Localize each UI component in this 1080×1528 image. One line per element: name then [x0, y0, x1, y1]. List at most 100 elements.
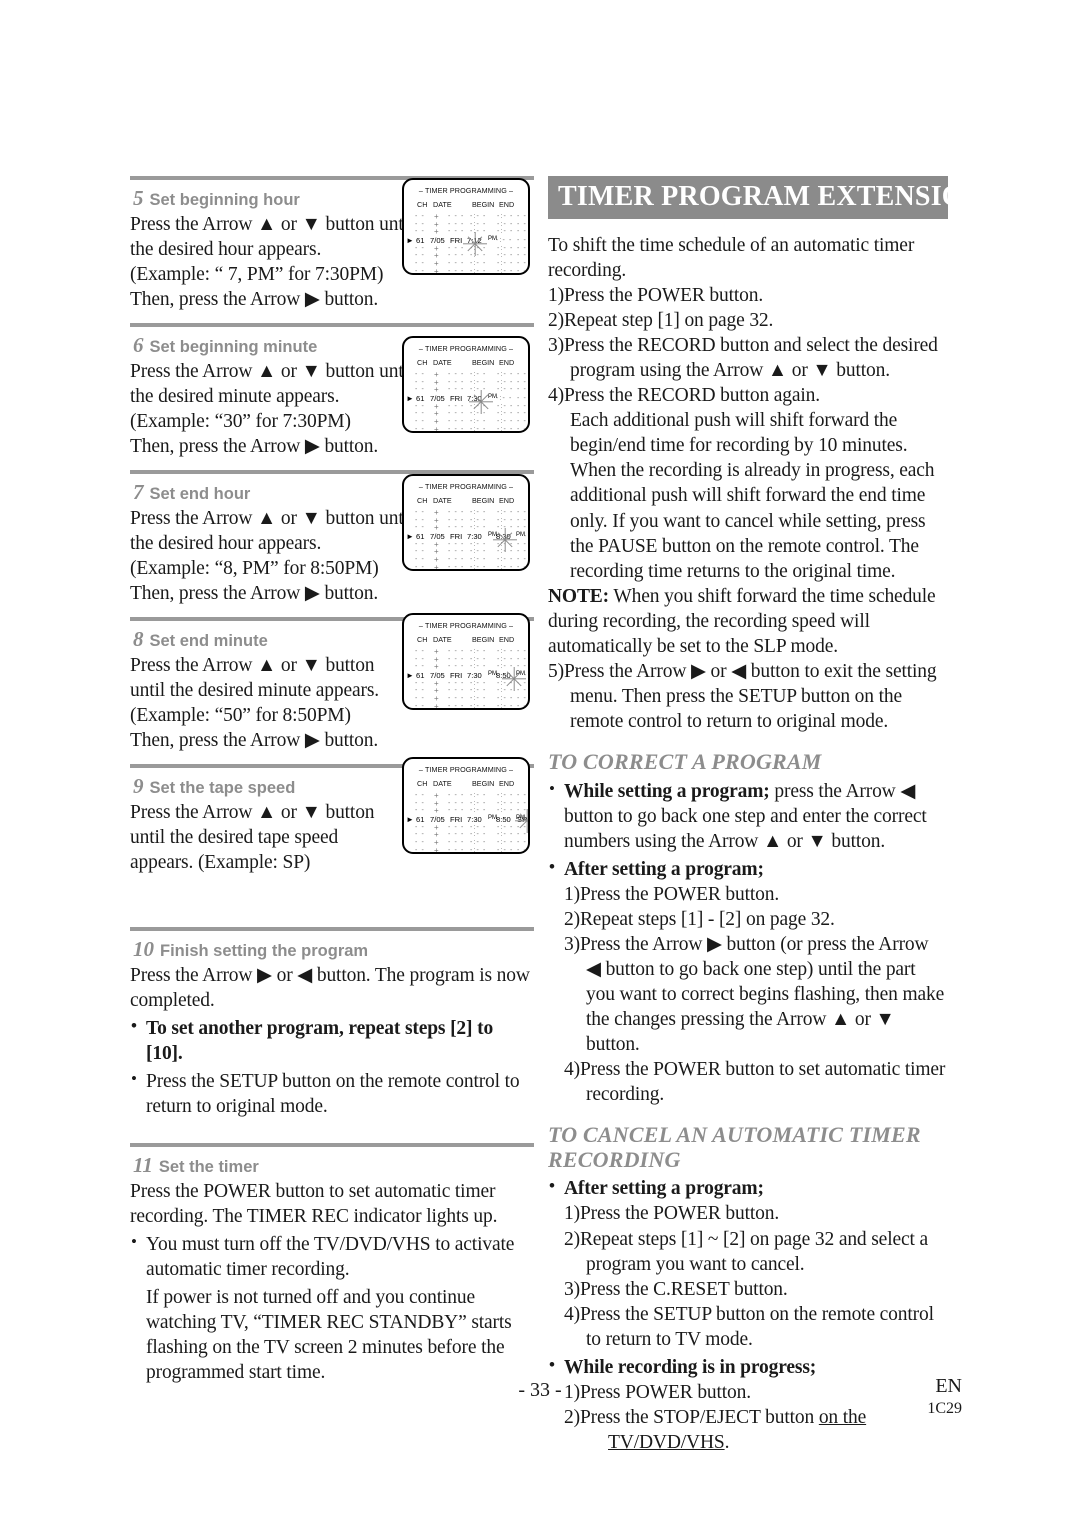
step-title: Finish setting the program	[160, 941, 369, 960]
osd-grid: - - + - - - -:- - -:- -- - - - + - - - -:- - -:-…	[404, 647, 528, 708]
osd-col-date: DATE	[433, 635, 452, 644]
note-paragraph: NOTE: When you shift forward the time sc…	[548, 584, 948, 659]
osd-col-begin: BEGIN	[472, 358, 495, 367]
osd-title: – TIMER PROGRAMMING –	[418, 621, 514, 630]
page-title: TIMER PROGRAM EXTENSION	[548, 176, 984, 219]
step-8-line-4: Then, press the Arrow ▶ button.	[130, 729, 379, 751]
osd-empty-row: - - + - - - -:- - -:- -- -	[415, 845, 527, 854]
divider	[130, 1142, 534, 1147]
osd-end-placeholder: -:- -	[496, 236, 513, 244]
osd-active-row: ► 61 7/05 FRI 7:30 PM 8:50 PM SP	[404, 815, 528, 824]
list-item: 3)Press the Arrow ▶ button (or press the…	[564, 933, 945, 1056]
intro-line-1: To shift the time schedule of an automat…	[548, 235, 915, 256]
osd-screen-step-9: – TIMER PROGRAMMING – CH DATE BEGIN END …	[402, 757, 530, 854]
osd-active-row: ► 61 7/05 FRI 7:12 PM -:- - - -	[404, 236, 528, 245]
list-item: Press the SETUP button on the remote con…	[130, 1068, 534, 1119]
list-item: 1)Press the POWER button.	[564, 883, 780, 905]
step-text-underline-1: on the	[818, 1406, 867, 1428]
osd-day: FRI	[450, 393, 463, 403]
list-item: While recording is in progress;	[548, 1354, 948, 1380]
step-10: 10 Finish setting the program Press the A…	[130, 938, 534, 1119]
step-title: Set the tape speed	[149, 778, 296, 797]
osd-screen-step-7: – TIMER PROGRAMMING – CH DATE BEGIN END …	[402, 474, 530, 571]
step-text-post: .	[724, 1431, 730, 1453]
osd-col-date: DATE	[433, 779, 452, 788]
step-text-underline-2: TV/DVD/VHS	[608, 1431, 725, 1453]
step-7-line-4: Then, press the Arrow ▶ button.	[130, 582, 379, 604]
step-11: 11 Set the timer Press the POWER button t…	[130, 1154, 534, 1385]
osd-empty-row: - - + - - - -:- - -:- -- -	[415, 416, 527, 426]
osd-grid: - - + - - - -:- - -:- -- - - - + - - - -:- - -:-…	[404, 370, 528, 431]
section-heading-correct: TO CORRECT A PROGRAM	[548, 748, 822, 774]
osd-col-begin: BEGIN	[472, 635, 495, 644]
step-5-line-4: Then, press the Arrow ▶ button.	[130, 288, 379, 310]
osd-speed-placeholder: - -	[517, 394, 527, 402]
osd-empty-row: - - + - - - -:- - -:- -- -	[415, 515, 527, 525]
osd-day: FRI	[450, 235, 463, 245]
osd-empty-row: - - + - - - -:- - -:- -- -	[415, 424, 527, 433]
divider	[130, 926, 534, 931]
osd-cursor-icon: ►	[406, 670, 414, 680]
correct-bullets: While setting a program; press the Arrow…	[548, 778, 948, 882]
list-item: 4)Press the POWER button to set automati…	[564, 1059, 946, 1106]
osd-active-row: ► 61 7/05 FRI 7:30 PM 8:30 PM - -	[404, 532, 528, 541]
osd-screen-step-8: – TIMER PROGRAMMING – CH DATE BEGIN END …	[402, 613, 530, 710]
osd-empty-row: - - + - - - -:- - -:- -- -	[415, 547, 527, 557]
step-10-line-1: Press the Arrow ▶ or ◀ button. The progr…	[130, 964, 530, 986]
osd-col-begin: BEGIN	[472, 779, 495, 788]
osd-cursor-icon: ►	[406, 531, 414, 541]
extension-step-5-list: 5)Press the Arrow ▶ or ◀ button to exit …	[548, 659, 948, 734]
osd-col-end: END	[499, 635, 515, 644]
step-title: Set beginning hour	[149, 191, 300, 209]
osd-grid: - - + - - - -:- - -:- -- - - - + - - - -:- - -:-…	[404, 508, 528, 569]
osd-empty-row: - - + - - - -:- - -:- -- -	[415, 523, 527, 533]
step-number: 8	[133, 626, 144, 651]
bullet-lead: While setting a program;	[564, 780, 770, 802]
step-10-heading: 10 Finish setting the program	[133, 938, 534, 961]
cancel-steps-after: 1)Press the POWER button. 2)Repeat steps…	[564, 1201, 948, 1351]
list-item: 3)Press the RECORD button and select the…	[548, 335, 938, 382]
step-number: 7	[133, 479, 144, 504]
list-item: 2)Repeat steps [1] ~ [2] on page 32 and …	[564, 1228, 928, 1275]
osd-screen-step-6: – TIMER PROGRAMMING – CH DATE BEGIN END …	[402, 336, 530, 433]
osd-empty-row: - - + - - - -:- - -:- -- -	[415, 212, 527, 221]
list-item: To set another program, repeat steps [2]…	[130, 1015, 534, 1066]
osd-begin: 7:12	[467, 235, 482, 245]
osd-empty-row: - - + - - - -:- - -:- -- -	[415, 798, 527, 808]
osd-begin: 7:30	[467, 814, 482, 824]
step-6-line-4: Then, press the Arrow ▶ button.	[130, 435, 379, 457]
step-number: 5	[133, 186, 144, 210]
osd-col-end: END	[499, 358, 515, 367]
osd-day: FRI	[450, 814, 463, 824]
osd-empty-row: - - + - - - -:- - -:- -- -	[415, 409, 527, 419]
osd-column-headers: CH DATE BEGIN END	[404, 779, 528, 789]
osd-empty-row: - - + - - - -:- - -:- -- -	[415, 686, 527, 696]
footer-language-code: EN	[935, 1375, 962, 1397]
osd-begin: 7:30	[467, 531, 482, 541]
osd-empty-row: - - + - - - -:- - -:- -- -	[415, 219, 527, 229]
osd-col-ch: CH	[417, 200, 428, 209]
list-item: While setting a program; press the Arrow…	[548, 778, 948, 854]
list-item: 1)Press the POWER button.	[548, 285, 764, 307]
cancel-bullet-1: After setting a program;	[548, 1175, 948, 1201]
list-item: If power is not turned off and you conti…	[146, 1286, 512, 1384]
osd-empty-row: - - + - - - -:- - -:- -- -	[415, 678, 527, 688]
osd-active-row: ► 61 7/05 FRI 7:30 PM 8:50 PM - -	[404, 671, 528, 680]
osd-col-ch: CH	[417, 496, 428, 505]
step-11-line-2: recording. The TIMER REC indicator light…	[130, 1205, 498, 1227]
step-10-bullets: To set another program, repeat steps [2]…	[130, 1015, 534, 1119]
osd-col-date: DATE	[433, 496, 452, 505]
footer-doc-code: 1C29	[927, 1400, 962, 1417]
osd-day: FRI	[450, 670, 463, 680]
intro-line-2: recording.	[548, 260, 627, 282]
osd-col-ch: CH	[417, 635, 428, 644]
osd-screen-step-5: – TIMER PROGRAMMING – CH DATE BEGIN END …	[402, 178, 530, 275]
osd-active-row: ► 61 7/05 FRI 7:30 PM -:- - - -	[404, 394, 528, 403]
list-item: 2)Press the STOP/EJECT button on the TV/D…	[564, 1405, 948, 1455]
osd-speed-placeholder: - -	[524, 671, 530, 679]
step-11-bullets: You must turn off the TV/DVD/VHS to acti…	[130, 1231, 534, 1385]
osd-empty-row: - - + - - - -:- - -:- -- -	[415, 693, 527, 703]
osd-title: – TIMER PROGRAMMING –	[418, 344, 514, 353]
osd-empty-row: - - + - - - -:- - -:- -- -	[415, 401, 527, 411]
osd-column-headers: CH DATE BEGIN END	[404, 358, 528, 368]
